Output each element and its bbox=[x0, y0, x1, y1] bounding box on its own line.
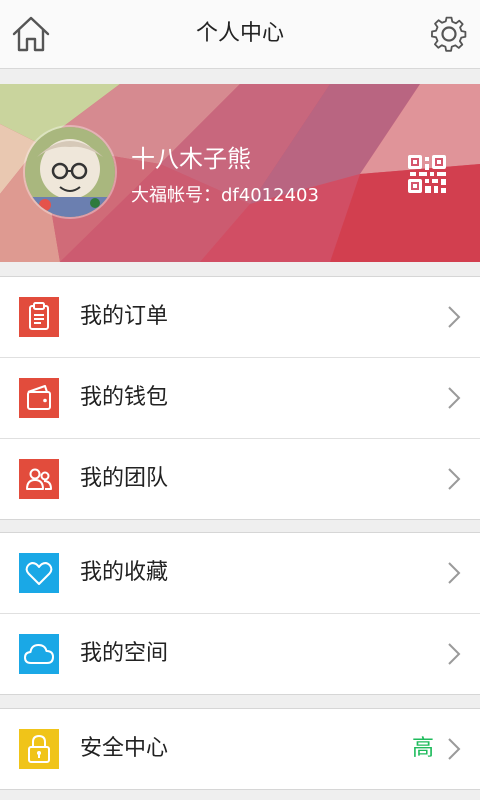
clipboard-icon bbox=[19, 297, 59, 337]
chevron-right-icon bbox=[446, 305, 462, 329]
menu-group-1: 我的订单 我的钱包 我的团队 bbox=[0, 276, 480, 520]
gear-icon[interactable] bbox=[428, 13, 470, 55]
profile-card[interactable]: 十八木子熊 大福帐号：df4012403 bbox=[0, 84, 480, 262]
security-level-value: 高 bbox=[411, 736, 434, 761]
qr-code-icon[interactable] bbox=[406, 153, 448, 195]
chevron-right-icon bbox=[446, 561, 462, 585]
wallet-icon bbox=[19, 378, 59, 418]
lock-icon bbox=[19, 729, 59, 769]
menu-item-label: 安全中心 bbox=[80, 736, 169, 761]
menu-item-label: 我的团队 bbox=[80, 466, 169, 491]
chevron-right-icon bbox=[446, 642, 462, 666]
menu-group-2: 我的收藏 我的空间 bbox=[0, 532, 480, 695]
menu-item-label: 我的空间 bbox=[80, 641, 169, 666]
menu-item-team[interactable]: 我的团队 bbox=[0, 439, 480, 519]
menu-item-label: 我的收藏 bbox=[80, 560, 169, 585]
team-icon bbox=[19, 459, 59, 499]
chevron-right-icon bbox=[446, 467, 462, 491]
user-nickname: 十八木子熊 bbox=[131, 145, 251, 173]
menu-group-3: 安全中心 高 bbox=[0, 708, 480, 790]
chevron-right-icon bbox=[446, 386, 462, 410]
menu-item-security[interactable]: 安全中心 高 bbox=[0, 709, 480, 789]
page-title: 个人中心 bbox=[195, 21, 284, 46]
account-id: 大福帐号：df4012403 bbox=[131, 185, 319, 206]
menu-item-space[interactable]: 我的空间 bbox=[0, 614, 480, 694]
menu-item-favorites[interactable]: 我的收藏 bbox=[0, 533, 480, 614]
top-bar: 个人中心 bbox=[0, 0, 480, 69]
avatar[interactable] bbox=[25, 127, 115, 217]
menu-item-label: 我的订单 bbox=[80, 304, 169, 329]
menu-item-orders[interactable]: 我的订单 bbox=[0, 277, 480, 358]
heart-icon bbox=[19, 553, 59, 593]
menu-item-label: 我的钱包 bbox=[80, 385, 169, 410]
cloud-icon bbox=[19, 634, 59, 674]
chevron-right-icon bbox=[446, 737, 462, 761]
menu-item-wallet[interactable]: 我的钱包 bbox=[0, 358, 480, 439]
